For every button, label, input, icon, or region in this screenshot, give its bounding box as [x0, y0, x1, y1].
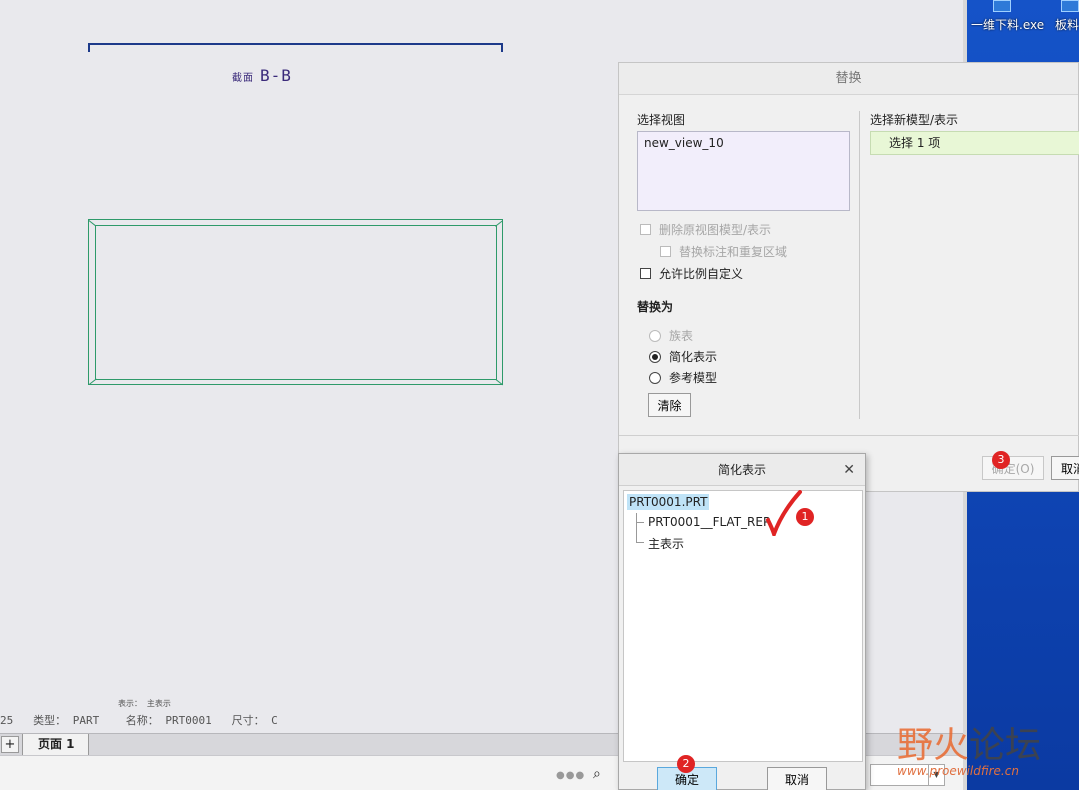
allow-scale-checkbox[interactable]: 允许比例自定义 [640, 265, 743, 282]
view-list-item[interactable]: new_view_10 [644, 136, 843, 150]
radio-button[interactable] [649, 371, 661, 384]
marker-badge-3: 3 [992, 451, 1010, 469]
marker-badge-2: 2 [677, 755, 695, 773]
section-cut-line[interactable] [88, 43, 503, 53]
tree-branch-line [636, 523, 644, 543]
radio-reference-model[interactable]: 参考模型 [649, 369, 717, 386]
part-view-inner-edge[interactable] [95, 225, 497, 380]
select-model-label: 选择新模型/表示 [870, 113, 959, 127]
radio-button[interactable] [649, 329, 661, 342]
close-icon[interactable]: ✕ [843, 462, 855, 478]
tab-page-1[interactable]: 页面 1 [22, 734, 89, 756]
replace-dialog: 替换 选择视图 new_view_10 选择新模型/表示 选择 1 项 删除原视… [618, 62, 1079, 492]
view-list[interactable]: new_view_10 [637, 131, 850, 211]
section-label[interactable]: 截面 B-B [232, 66, 292, 85]
radio-button[interactable] [649, 350, 661, 363]
desktop-icon-sheet[interactable]: 板料 [1055, 0, 1079, 34]
marker-badge-1: 1 [796, 508, 814, 526]
add-sheet-button[interactable]: + [1, 736, 19, 753]
select-view-label: 选择视图 [637, 113, 686, 127]
divider [619, 435, 1079, 436]
checkbox-box[interactable] [640, 224, 651, 235]
desktop-icon-label: 一维下料.exe [971, 18, 1045, 32]
replace-with-label: 替换为 [637, 300, 674, 314]
drawing-info-note: 25 类型： PART 名称： PRT0001 尺寸： C [0, 714, 278, 727]
app-icon [1061, 0, 1079, 12]
tree-branch-line [636, 513, 644, 523]
radio-simplified-rep[interactable]: 简化表示 [649, 348, 717, 365]
clear-button[interactable]: 清除 [648, 393, 691, 417]
checkbox-box[interactable] [660, 246, 671, 257]
divider [859, 111, 860, 419]
watermark-url: www.proewildfire.cn [897, 764, 1019, 778]
section-name: B-B [260, 66, 292, 85]
desktop-icon-label: 板料 [1055, 18, 1079, 32]
delete-original-checkbox[interactable]: 删除原视图模型/表示 [640, 221, 771, 238]
app-icon [993, 0, 1011, 12]
dialog-title: 替换 [619, 63, 1078, 95]
progress-dots: ●●● [556, 770, 586, 781]
section-prefix: 截面 [232, 73, 254, 84]
tree-root-item[interactable]: PRT0001.PRT [627, 494, 710, 510]
desktop-icon-1d-cutting[interactable]: 一维下料.exe [971, 0, 1044, 34]
radio-family-table[interactable]: 族表 [649, 327, 693, 344]
cancel-button[interactable]: 取消 [1051, 456, 1079, 480]
rep-tree[interactable]: PRT0001.PRT PRT0001__FLAT_REP 主表示 [623, 490, 863, 762]
model-collector[interactable]: 选择 1 项 [870, 131, 1079, 155]
checkbox-box[interactable] [640, 268, 651, 279]
tree-item-flat-rep[interactable]: PRT0001__FLAT_REP [648, 515, 770, 529]
dialog-title: 简化表示 [619, 454, 865, 486]
cancel-button[interactable]: 取消 [767, 767, 827, 790]
replace-annotations-checkbox[interactable]: 替换标注和重复区域 [660, 243, 787, 260]
simplified-rep-dialog: 简化表示 ✕ PRT0001.PRT PRT0001__FLAT_REP 主表示… [618, 453, 866, 790]
watermark-logo: 野火论坛 [897, 725, 1042, 766]
drawing-rep-note: 表示： 主表示 [118, 699, 171, 708]
binoculars-icon[interactable]: ⌕ [593, 766, 601, 782]
tree-item-master-rep[interactable]: 主表示 [648, 535, 684, 552]
